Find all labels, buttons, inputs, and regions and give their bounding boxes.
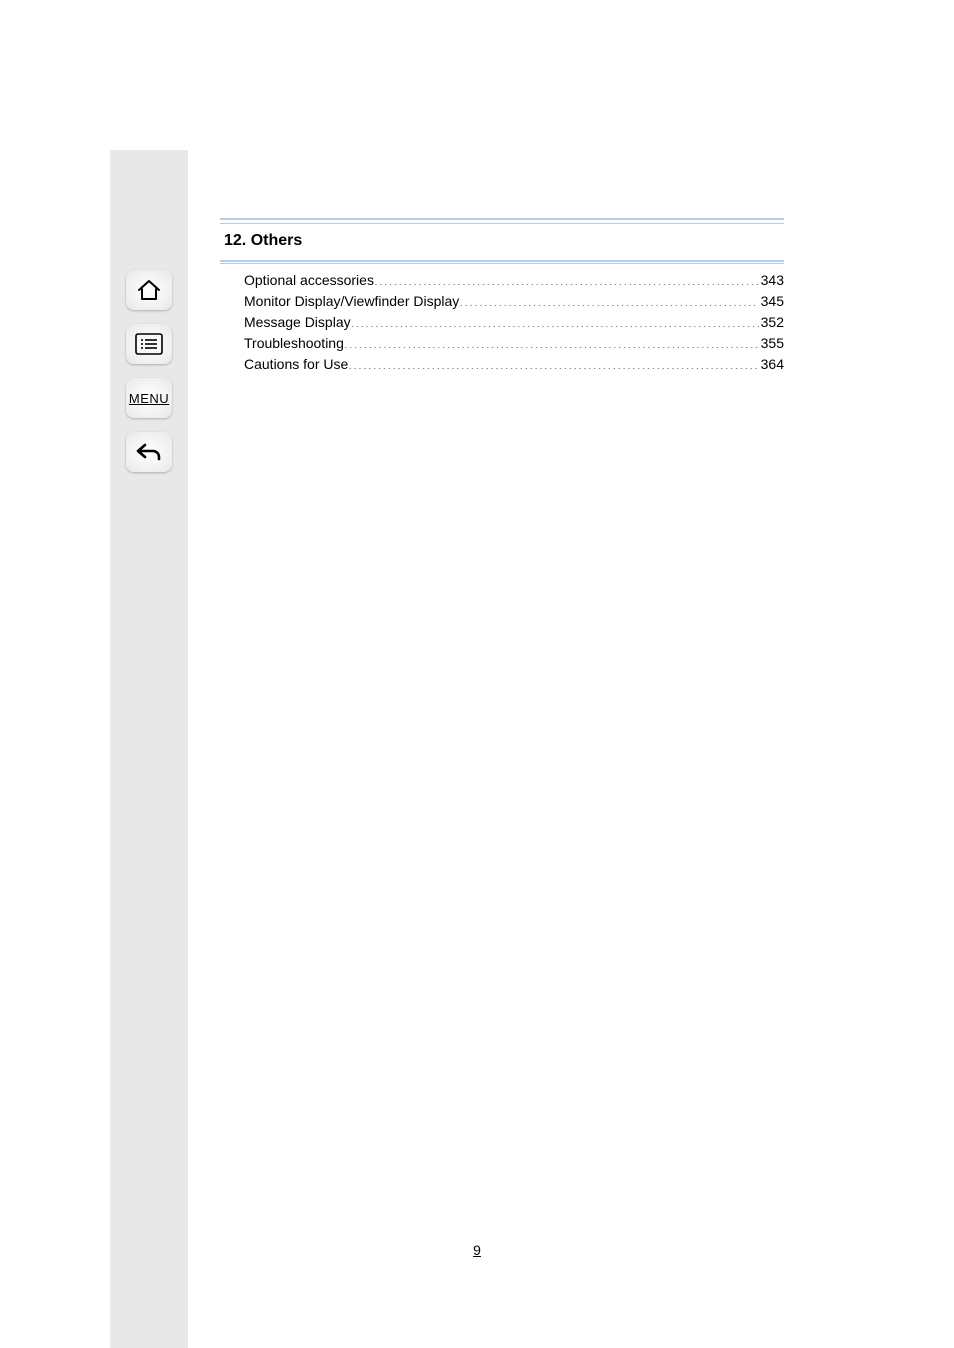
toc-entry[interactable]: Troubleshooting 355 [244, 333, 784, 354]
table-of-contents-icon [135, 333, 163, 355]
home-button[interactable] [126, 270, 172, 310]
content-area: 12. Others Optional accessories 343 Moni… [220, 218, 784, 375]
section-rule-top [220, 218, 784, 220]
back-button[interactable] [126, 432, 172, 472]
sidebar-nav: MENU [110, 270, 188, 472]
home-icon [136, 278, 162, 302]
page-number[interactable]: 9 [0, 1242, 954, 1258]
toc-entry[interactable]: Monitor Display/Viewfinder Display 345 [244, 291, 784, 312]
toc-leader-dots [344, 334, 759, 348]
section-title-text: Others [251, 232, 303, 249]
document-page: MENU 12. Others Optional accessories 343… [0, 0, 954, 1348]
toc-entry-page: 343 [759, 270, 784, 291]
toc-leader-dots [348, 355, 758, 369]
toc-leader-dots [459, 292, 758, 306]
toc-leader-dots [351, 313, 759, 327]
toc-entry[interactable]: Cautions for Use 364 [244, 354, 784, 375]
toc-entry-label: Monitor Display/Viewfinder Display [244, 291, 459, 312]
toc-entry-page: 352 [759, 312, 784, 333]
toc-entry[interactable]: Message Display 352 [244, 312, 784, 333]
section-rule-bottom [220, 260, 784, 262]
toc-entry-label: Message Display [244, 312, 351, 333]
section-number: 12. [224, 232, 246, 249]
toc-entry-label: Troubleshooting [244, 333, 344, 354]
toc-entry-label: Cautions for Use [244, 354, 348, 375]
toc-entry-page: 345 [759, 291, 784, 312]
toc-entry-page: 355 [759, 333, 784, 354]
section-heading: 12. Others [220, 224, 784, 258]
back-icon [135, 440, 163, 464]
toc-leader-dots [374, 271, 759, 285]
menu-label: MENU [129, 391, 169, 406]
toc-button[interactable] [126, 324, 172, 364]
toc-entry[interactable]: Optional accessories 343 [244, 270, 784, 291]
toc-entry-label: Optional accessories [244, 270, 374, 291]
toc-list: Optional accessories 343 Monitor Display… [220, 270, 784, 375]
section-rule-bottom-thin [220, 263, 784, 264]
menu-button[interactable]: MENU [126, 378, 172, 418]
toc-entry-page: 364 [759, 354, 784, 375]
